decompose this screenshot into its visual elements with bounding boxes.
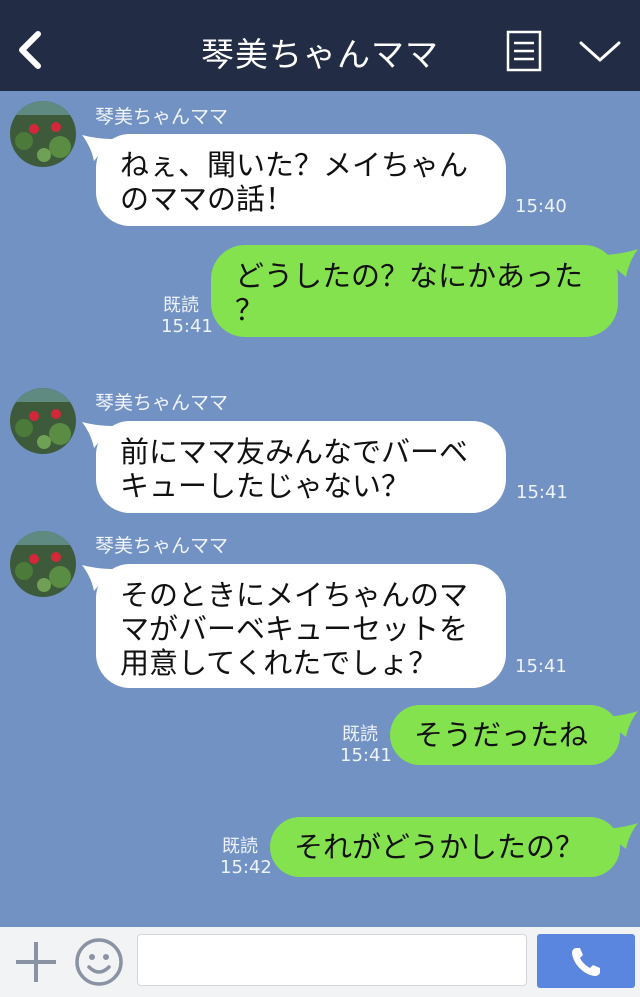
sender-name: 琴美ちゃんママ: [95, 106, 229, 128]
bubble-tail: [600, 249, 638, 277]
call-button[interactable]: [537, 934, 635, 988]
message-text: どうしたの？なにかあった ？: [235, 259, 584, 327]
read-receipt: 既読: [163, 295, 199, 316]
avatar[interactable]: [10, 388, 76, 454]
message-time: 15:42: [220, 857, 272, 878]
bubble-tail: [600, 823, 638, 849]
message-text: 前にママ友みんなでバーベ キューしたじゃない？: [120, 435, 469, 503]
avatar[interactable]: [10, 101, 76, 167]
message-bubble-outgoing[interactable]: どうしたの？なにかあった ？: [211, 245, 618, 337]
read-receipt: 既読: [342, 724, 378, 745]
sender-name: 琴美ちゃんママ: [95, 392, 229, 414]
message-text: ねぇ、聞いた？メイちゃん のママの話！: [120, 148, 469, 216]
message-time: 15:41: [515, 656, 567, 677]
message-bubble-outgoing[interactable]: そうだったね: [390, 705, 620, 765]
message-bubble-incoming[interactable]: 前にママ友みんなでバーベ キューしたじゃない？: [96, 421, 506, 513]
message-bubble-outgoing[interactable]: それがどうかしたの？: [270, 817, 620, 877]
message-bubble-incoming[interactable]: そのときにメイちゃんのマ マがバーベキューセットを 用意してくれたでしょ？: [96, 564, 506, 688]
avatar[interactable]: [10, 531, 76, 597]
read-receipt: 既読: [222, 836, 258, 857]
chat-area[interactable]: 琴美ちゃんママ ねぇ、聞いた？メイちゃん のママの話！ 15:40 既読 15:…: [0, 91, 640, 927]
message-time: 15:41: [161, 316, 213, 337]
phone-icon: [572, 948, 600, 976]
message-text: そうだったね: [414, 718, 589, 752]
message-time: 15:41: [340, 745, 392, 766]
chat-title: 琴美ちゃんママ: [201, 35, 439, 74]
chevron-down-icon[interactable]: [578, 38, 622, 66]
message-time: 15:40: [515, 196, 567, 217]
plus-icon[interactable]: [14, 940, 58, 984]
message-text: それがどうかしたの？: [294, 830, 585, 864]
message-input[interactable]: [137, 934, 527, 986]
emoji-icon[interactable]: [74, 937, 124, 987]
chat-header: 琴美ちゃんママ: [0, 0, 640, 91]
sender-name: 琴美ちゃんママ: [95, 535, 229, 557]
message-text: そのときにメイちゃんのマ マがバーベキューセットを 用意してくれたでしょ？: [120, 578, 469, 680]
bubble-tail: [600, 711, 638, 737]
message-bubble-incoming[interactable]: ねぇ、聞いた？メイちゃん のママの話！: [96, 134, 506, 226]
menu-icon[interactable]: [506, 30, 542, 72]
message-time: 15:41: [516, 482, 568, 503]
